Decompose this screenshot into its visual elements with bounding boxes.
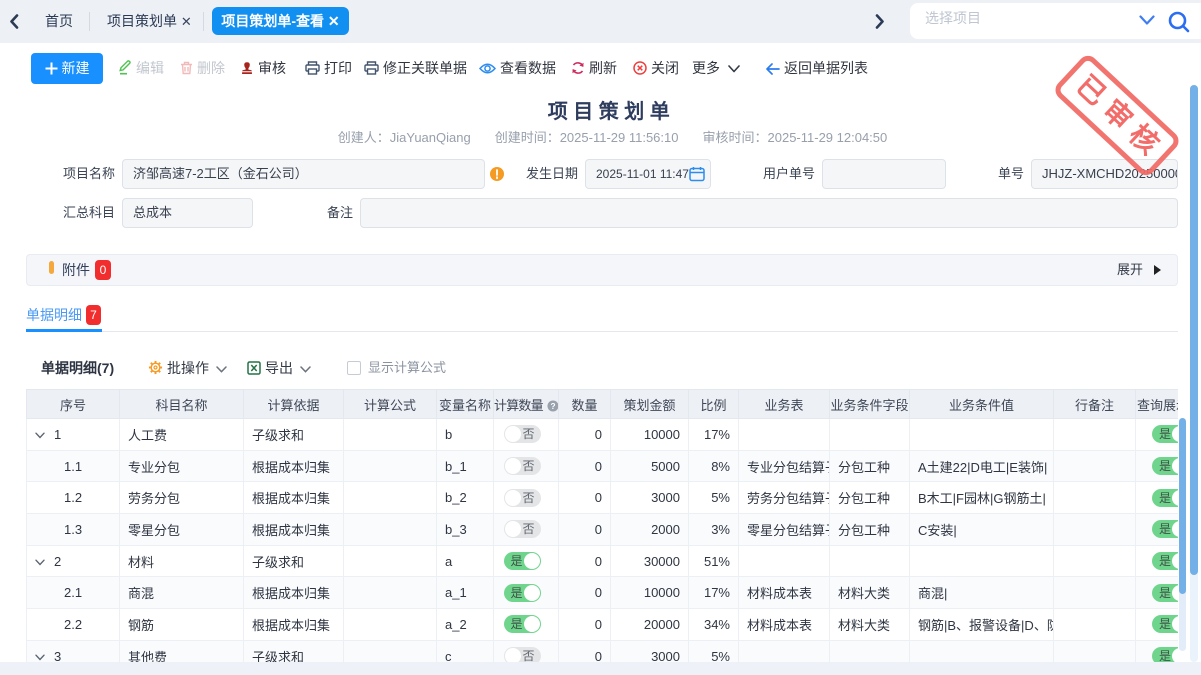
svg-text:?: ? bbox=[551, 400, 556, 410]
